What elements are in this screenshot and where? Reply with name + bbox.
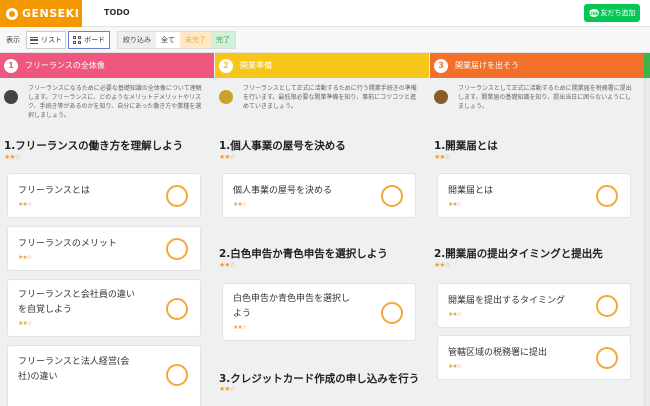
card-title: フリーランスとは — [18, 186, 90, 196]
task-card[interactable]: フリーランスと会社員の違い を自覚しよう ★★☆ — [7, 279, 201, 337]
complete-check-circle-icon[interactable] — [596, 347, 618, 369]
board-column-3: 3 開業届けを出そう フリーランスとして正式に活動するために開業届を税務署に提出… — [430, 53, 644, 406]
filter-done-button[interactable]: 完了 — [211, 32, 235, 48]
section-stars: ★★☆ — [434, 153, 451, 161]
complete-check-circle-icon[interactable] — [166, 364, 188, 386]
card-stars: ★★☆ — [18, 320, 32, 327]
board-view-label: ボード — [84, 36, 105, 44]
filter-pending-button[interactable]: 未完了 — [180, 32, 211, 48]
section-stars: ★★☆ — [434, 261, 451, 269]
task-card[interactable]: 管轄区域の税務署に提出 ★★☆ — [437, 335, 631, 380]
complete-check-circle-icon[interactable] — [166, 185, 188, 207]
card-stars: ★★☆ — [448, 363, 462, 370]
card-stars: ★★☆ — [18, 254, 32, 261]
section-title: 2.白色申告か青色申告を選択しよう — [219, 248, 388, 260]
column-number: 2 — [219, 58, 233, 73]
complete-check-circle-icon[interactable] — [381, 185, 403, 207]
board-column-1: 1 フリーランスの全体像 フリーランスになるために必要な基礎知識の全体像について… — [0, 53, 214, 406]
column-description: フリーランスとして正式に活動するために行う開業手続きの準備を行います。最低限必要… — [215, 78, 429, 120]
task-card[interactable]: 個人事業の屋号を決める ★★☆ — [222, 173, 416, 218]
card-title: 開業届を提出するタイミング — [448, 296, 566, 306]
card-title: フリーランスのメリット — [18, 239, 117, 249]
toolbar: 表示 リスト ボード 絞り込み 全て 未完了 完了 — [0, 27, 650, 53]
section-stars: ★★☆ — [219, 153, 236, 161]
task-card[interactable]: フリーランスとは ★★☆ — [7, 173, 201, 218]
card-title: 白色申告か青色申告を選択し よう — [233, 292, 350, 322]
lion-avatar-icon — [219, 90, 233, 104]
app-header: GENSEKI TODO LINE 友だち追加 — [0, 0, 650, 27]
task-card[interactable]: フリーランスと法人経営(会 社)の違い — [7, 345, 201, 406]
genseki-logo[interactable]: GENSEKI — [0, 0, 82, 27]
task-card[interactable]: フリーランスのメリット ★★☆ — [7, 226, 201, 271]
logo-mark-icon — [6, 7, 18, 20]
complete-check-circle-icon[interactable] — [596, 295, 618, 317]
column-header[interactable]: 3 開業届けを出そう — [430, 53, 644, 78]
board-view-button[interactable]: ボード — [68, 31, 110, 49]
section-stars: ★★☆ — [219, 385, 236, 393]
section-title: 3.クレジットカード作成の申し込みを行う — [219, 373, 420, 385]
section-title: 2.開業届の提出タイミングと提出先 — [434, 248, 603, 260]
column-description: フリーランスとして正式に活動するために開業届を税務署に提出します。開業届の基礎知… — [430, 78, 644, 120]
card-title: 個人事業の屋号を決める — [233, 186, 333, 196]
column-header[interactable]: 1 フリーランスの全体像 — [0, 53, 214, 78]
card-title-line: 白色申告か青色申告を選択し — [233, 294, 351, 304]
line-icon: LINE — [588, 9, 599, 17]
penguin-avatar-icon — [4, 90, 18, 104]
view-label: 表示 — [6, 36, 20, 44]
column-title: 開業届けを出そう — [455, 61, 519, 70]
column-title: 開業準備 — [240, 61, 272, 70]
line-add-friend-button[interactable]: LINE 友だち追加 — [584, 4, 640, 22]
list-icon — [30, 36, 38, 44]
card-title-line: 社)の違い — [18, 372, 58, 382]
section-stars: ★★☆ — [219, 261, 236, 269]
column-header[interactable]: 2 開業準備 — [215, 53, 429, 78]
card-stars: ★★☆ — [448, 311, 462, 318]
column-description-text: フリーランスとして正式に活動するために行う開業手続きの準備を行います。最低限必要… — [243, 85, 417, 110]
card-stars: ★★☆ — [18, 201, 32, 208]
section-title: 1.フリーランスの働き方を理解しよう — [4, 140, 184, 152]
list-view-button[interactable]: リスト — [26, 31, 66, 49]
column-title: フリーランスの全体像 — [25, 61, 105, 70]
task-card[interactable]: 開業届を提出するタイミング ★★☆ — [437, 283, 631, 328]
board-column-4-edge — [644, 78, 650, 406]
board-column-4-header-edge[interactable] — [644, 53, 650, 78]
section-stars: ★★☆ — [4, 153, 21, 161]
column-description-text: フリーランスになるために必要な基礎知識の全体像について理解します。フリーランスに… — [28, 85, 202, 119]
card-title-line: よう — [233, 309, 252, 319]
column-description: フリーランスになるために必要な基礎知識の全体像について理解します。フリーランスに… — [0, 78, 214, 120]
filter-label: 絞り込み — [118, 32, 156, 48]
card-title: フリーランスと法人経営(会 社)の違い — [18, 355, 129, 385]
column-number: 3 — [434, 58, 448, 73]
board-column-2: 2 開業準備 フリーランスとして正式に活動するために行う開業手続きの準備を行いま… — [215, 53, 429, 406]
card-stars: ★★☆ — [233, 324, 247, 331]
task-card[interactable]: 開業届とは ★★☆ — [437, 173, 631, 218]
filter-group: 絞り込み 全て 未完了 完了 — [117, 31, 236, 49]
filter-all-button[interactable]: 全て — [156, 32, 180, 48]
board-grid-icon — [73, 36, 81, 44]
card-title-line: フリーランスと会社員の違い — [18, 290, 135, 300]
list-view-label: リスト — [41, 36, 62, 44]
card-stars: ★★☆ — [448, 201, 462, 208]
section-title: 1.個人事業の屋号を決める — [219, 140, 346, 152]
card-title: フリーランスと会社員の違い を自覚しよう — [18, 288, 135, 318]
monkey-avatar-icon — [434, 90, 448, 104]
section-title: 1.開業届とは — [434, 140, 498, 152]
line-button-label: 友だち追加 — [600, 9, 636, 17]
card-stars: ★★☆ — [233, 201, 247, 208]
complete-check-circle-icon[interactable] — [166, 298, 188, 320]
card-title-line: を自覚しよう — [18, 305, 73, 315]
logo-text: GENSEKI — [22, 7, 80, 20]
task-card[interactable]: 白色申告か青色申告を選択し よう ★★☆ — [222, 283, 416, 341]
card-title-line: フリーランスと法人経営(会 — [18, 357, 130, 367]
card-title: 管轄区域の税務署に提出 — [448, 348, 548, 358]
complete-check-circle-icon[interactable] — [596, 185, 618, 207]
card-title: 開業届とは — [448, 186, 494, 196]
complete-check-circle-icon[interactable] — [381, 302, 403, 324]
column-number: 1 — [4, 58, 18, 73]
column-description-text: フリーランスとして正式に活動するために開業届を税務署に提出します。開業届の基礎知… — [458, 85, 632, 110]
nav-todo[interactable]: TODO — [104, 8, 130, 17]
complete-check-circle-icon[interactable] — [166, 238, 188, 260]
